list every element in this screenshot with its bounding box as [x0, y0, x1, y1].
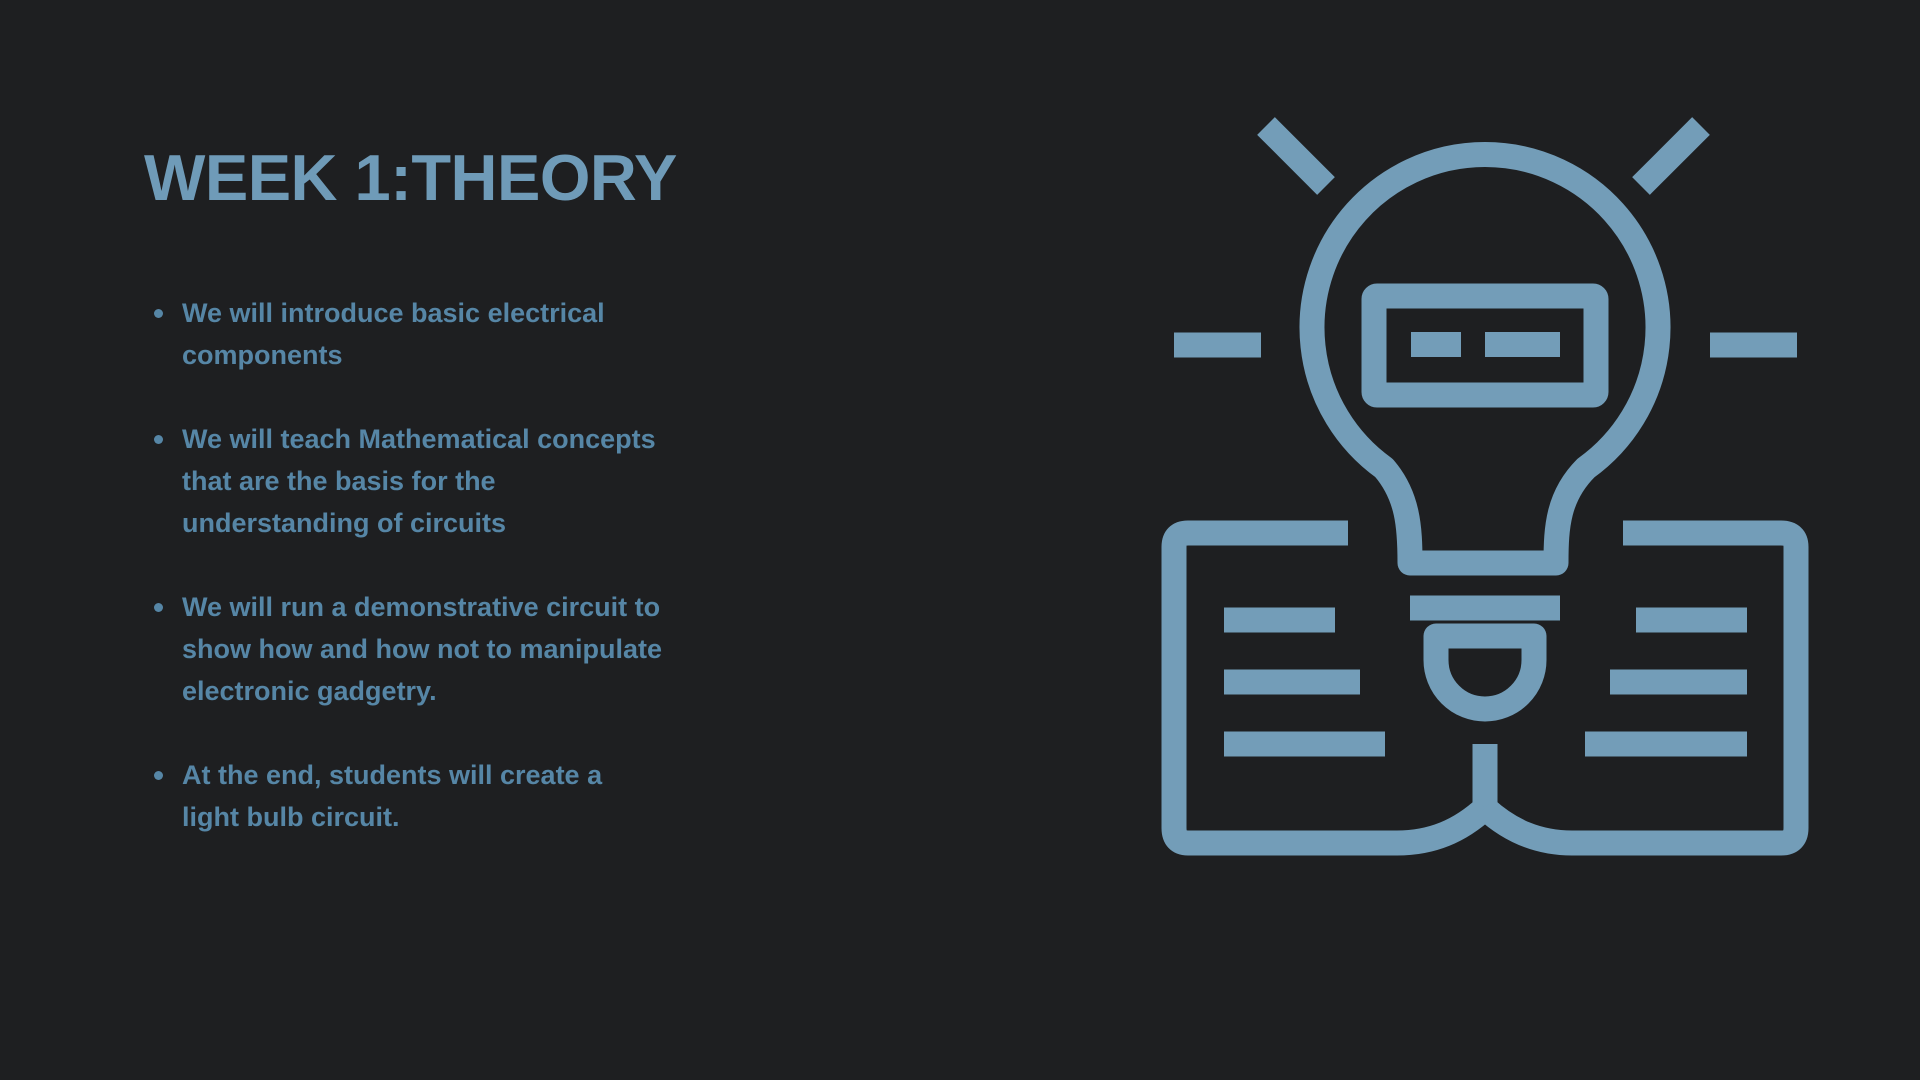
bullet-dot-icon: [154, 435, 163, 444]
filament-dash-icon: [1485, 332, 1560, 357]
bulb-cap-icon: [1423, 623, 1547, 722]
slide: WEEK 1:THEORY We will introduce basic el…: [0, 0, 1920, 1080]
bullet-item: We will run a demonstrative circuit to s…: [144, 586, 664, 712]
bullet-text: We will introduce basic electrical compo…: [182, 298, 605, 370]
ray-icon: [1257, 117, 1335, 195]
bullet-dot-icon: [154, 309, 163, 318]
bullet-text: We will teach Mathematical concepts that…: [182, 424, 656, 538]
bullet-dot-icon: [154, 603, 163, 612]
ray-icon: [1632, 117, 1710, 195]
lightbulb-open-book-icon: [1161, 117, 1809, 856]
filament-dash-icon: [1411, 332, 1461, 357]
bullet-dot-icon: [154, 771, 163, 780]
bullet-text: We will run a demonstrative circuit to s…: [182, 592, 662, 706]
bullet-item: At the end, students will create a light…: [144, 754, 664, 838]
slide-title: WEEK 1:THEORY: [144, 141, 677, 214]
bullet-list: We will introduce basic electrical compo…: [144, 292, 664, 880]
bullet-item: We will teach Mathematical concepts that…: [144, 418, 664, 544]
bullet-item: We will introduce basic electrical compo…: [144, 292, 664, 376]
bullet-text: At the end, students will create a light…: [182, 760, 603, 832]
